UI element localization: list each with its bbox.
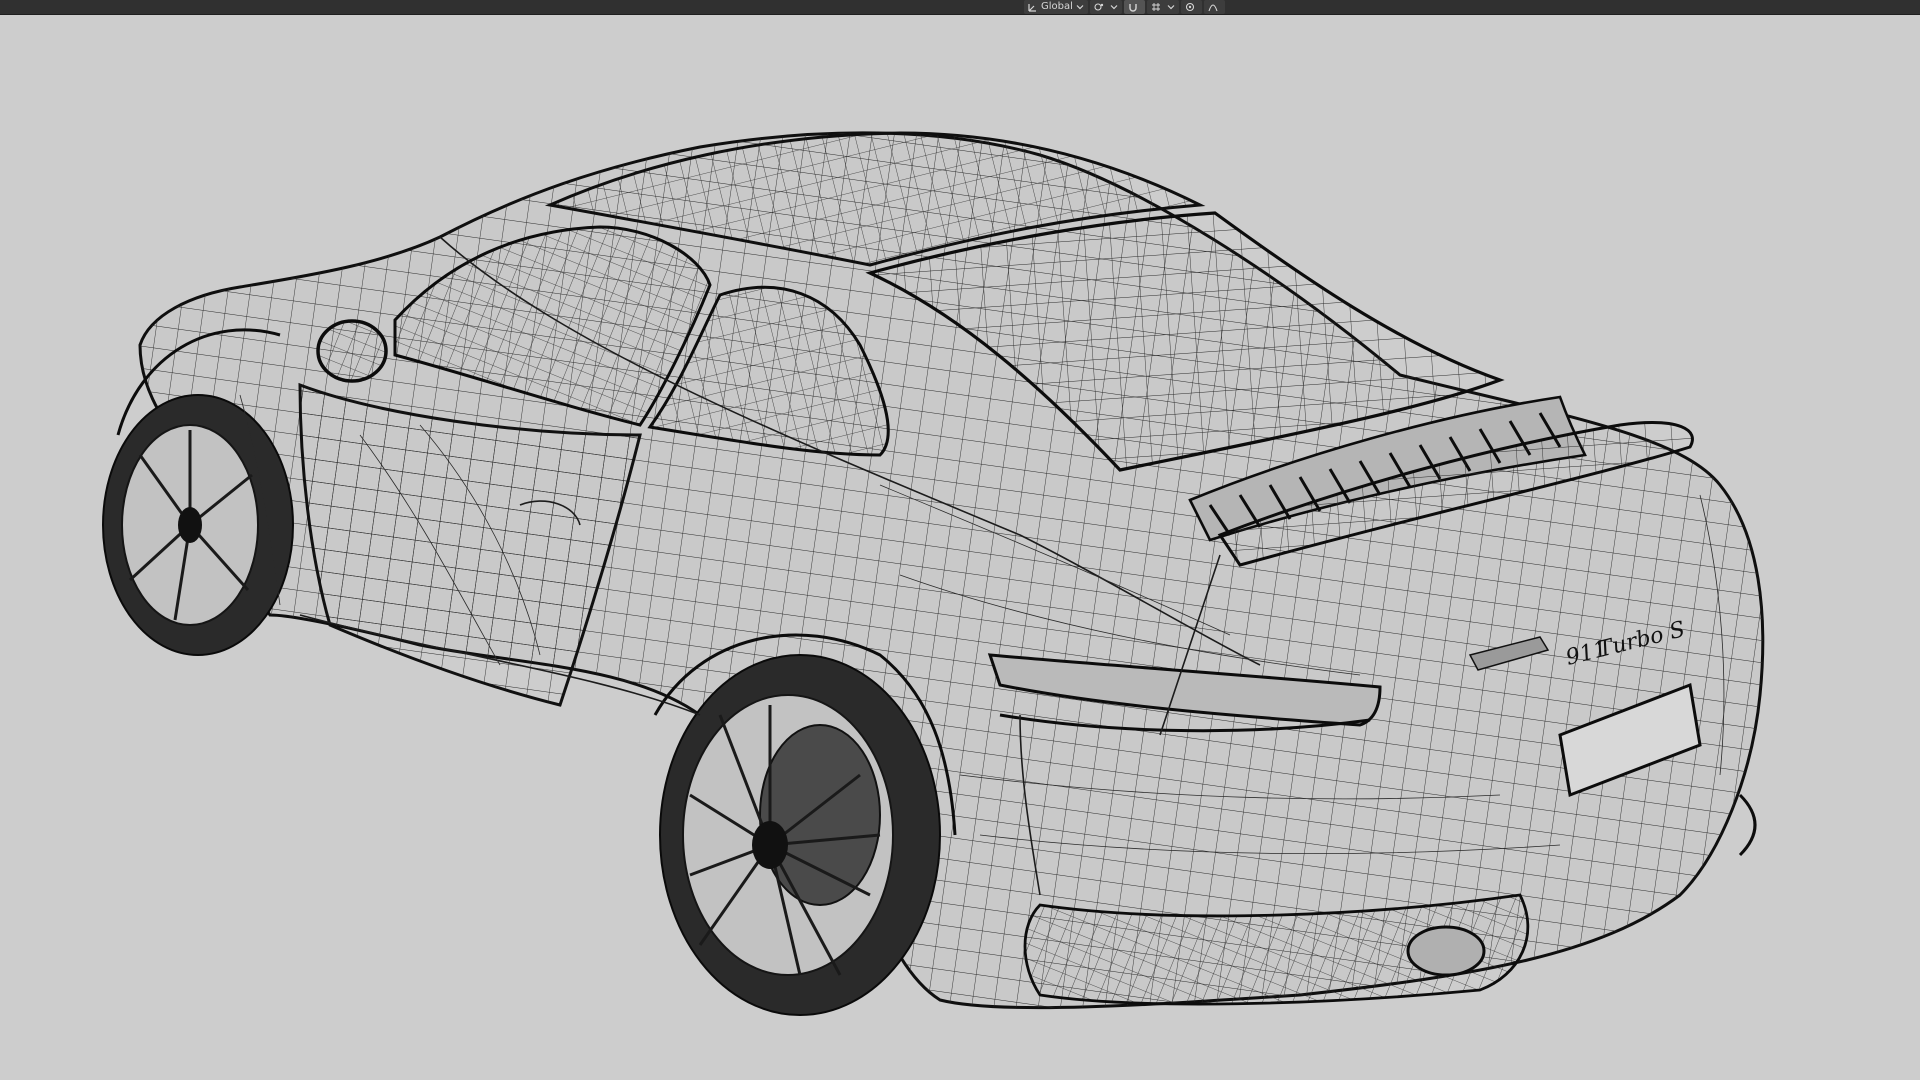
exhaust-tip <box>1406 925 1486 977</box>
blender-window: Global 911 Turbo S <box>0 0 1920 1080</box>
transform-orientation-label: Global <box>1041 1 1073 12</box>
transform-orientation-icon <box>1028 4 1036 12</box>
snap-target-dropdown[interactable] <box>1146 0 1179 14</box>
proportional-editing-toggle[interactable] <box>1180 0 1202 14</box>
snap-magnet-icon <box>1129 4 1137 12</box>
transform-orientation-dropdown[interactable]: Global <box>1024 0 1088 14</box>
snap-increment-icon <box>1151 3 1160 11</box>
falloff-curve-icon <box>1208 4 1218 12</box>
rear-reflector <box>1738 793 1757 857</box>
header-tools: Global <box>1024 0 1227 14</box>
snap-toggle[interactable] <box>1123 0 1145 14</box>
viewport-header: Global <box>0 0 1920 15</box>
3d-viewport[interactable]: 911 Turbo S <box>0 15 1920 1080</box>
proportional-editing-icon <box>1185 2 1194 12</box>
wireframe-car-model: 911 Turbo S <box>102 131 1765 1016</box>
proportional-falloff-dropdown[interactable] <box>1203 0 1225 14</box>
front-wheel <box>102 394 294 656</box>
chevron-down-icon <box>1110 5 1118 10</box>
pivot-point-icon <box>1094 3 1104 11</box>
rear-wheel <box>659 654 941 1016</box>
chevron-down-icon <box>1167 5 1175 10</box>
chevron-down-icon <box>1076 5 1084 10</box>
side-mirror <box>316 319 388 383</box>
pivot-point-dropdown[interactable] <box>1089 0 1122 14</box>
